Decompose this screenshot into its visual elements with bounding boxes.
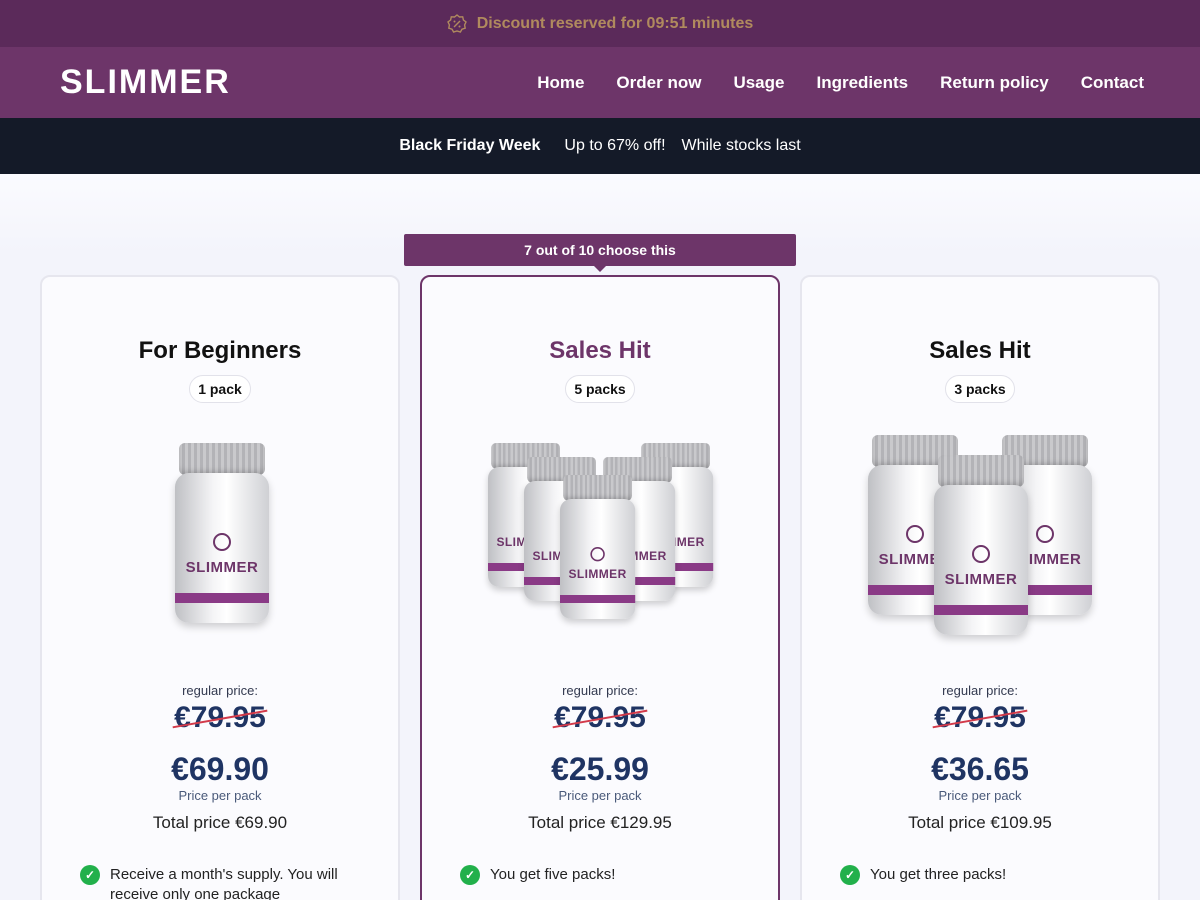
discount-badge-icon [446, 13, 467, 33]
card-title: Sales Hit [549, 337, 651, 364]
product-image: SLIMMER SLIMMER SLIMMER SLIMMER SLIMMER [422, 433, 778, 663]
site-logo[interactable]: SLIMMER [60, 63, 231, 102]
nav-link-usage[interactable]: Usage [733, 73, 784, 93]
total-price: Total price €129.95 [528, 813, 672, 832]
popular-ribbon: 7 out of 10 choose this [404, 234, 796, 272]
nav-link-contact[interactable]: Contact [1081, 73, 1144, 93]
feature-item: ✓ You get five packs! [460, 865, 748, 885]
pricing-card-3-packs[interactable]: Sales Hit 3 packs SLIMMER SLIMMER SLIMME… [800, 275, 1160, 900]
total-price: Total price €109.95 [908, 813, 1052, 832]
promo-discount: Up to 67% off! [564, 137, 666, 154]
price-per-pack-label: Price per pack [558, 788, 642, 803]
main-navigation: SLIMMER Home Order now Usage Ingredients… [0, 47, 1200, 118]
product-bottle: SLIMMER [934, 455, 1028, 635]
pack-count-badge: 3 packs [945, 375, 1015, 403]
regular-price-label: regular price: [562, 683, 638, 698]
feature-list: ✓ You get three packs! [840, 865, 1128, 899]
regular-price-label: regular price: [182, 683, 258, 698]
feature-list: ✓ You get five packs! [460, 865, 748, 899]
check-icon: ✓ [840, 865, 860, 885]
pack-count-badge: 1 pack [189, 375, 251, 403]
pricing-card-1-pack[interactable]: For Beginners 1 pack SLIMMER regular pri… [40, 275, 400, 900]
pricing-section: 7 out of 10 choose this For Beginners 1 … [0, 174, 1200, 900]
nav-link-order-now[interactable]: Order now [616, 73, 701, 93]
feature-item: ✓ Receive a month's supply. You will rece… [80, 865, 368, 900]
nav-link-return-policy[interactable]: Return policy [940, 73, 1049, 93]
old-price: €79.95 [554, 701, 646, 734]
discount-timer-bar: Discount reserved for 09:51 minutes [0, 0, 1200, 47]
regular-price-label: regular price: [942, 683, 1018, 698]
product-bottle: SLIMMER [560, 475, 636, 619]
pack-count-badge: 5 packs [565, 375, 635, 403]
nav-link-home[interactable]: Home [537, 73, 584, 93]
nav-menu: Home Order now Usage Ingredients Return … [537, 73, 1144, 93]
promo-stock-note: While stocks last [681, 137, 801, 154]
price-per-pack-label: Price per pack [178, 788, 262, 803]
product-image: SLIMMER [42, 433, 398, 663]
check-icon: ✓ [80, 865, 100, 885]
price-per-pack: €36.65 [931, 751, 1029, 787]
feature-item: ✓ You get three packs! [840, 865, 1128, 885]
old-price: €79.95 [934, 701, 1026, 734]
promo-banner: Black Friday Week Up to 67% off! While s… [0, 118, 1200, 174]
promo-title: Black Friday Week [399, 137, 541, 154]
nav-link-ingredients[interactable]: Ingredients [816, 73, 908, 93]
discount-timer-text: Discount reserved for 09:51 minutes [476, 14, 754, 32]
check-icon: ✓ [460, 865, 480, 885]
feature-list: ✓ Receive a month's supply. You will rece… [80, 865, 368, 900]
total-price: Total price €69.90 [152, 813, 288, 832]
product-image: SLIMMER SLIMMER SLIMMER [802, 433, 1158, 663]
price-per-pack: €25.99 [551, 751, 649, 787]
product-bottle: SLIMMER [175, 443, 269, 623]
old-price: €79.95 [174, 701, 266, 734]
pricing-card-5-packs[interactable]: Sales Hit 5 packs SLIMMER SLIMMER SLIMME… [420, 275, 780, 900]
price-per-pack: €69.90 [171, 751, 269, 787]
card-title: For Beginners [138, 337, 302, 364]
card-title: Sales Hit [929, 337, 1031, 364]
price-per-pack-label: Price per pack [938, 788, 1022, 803]
